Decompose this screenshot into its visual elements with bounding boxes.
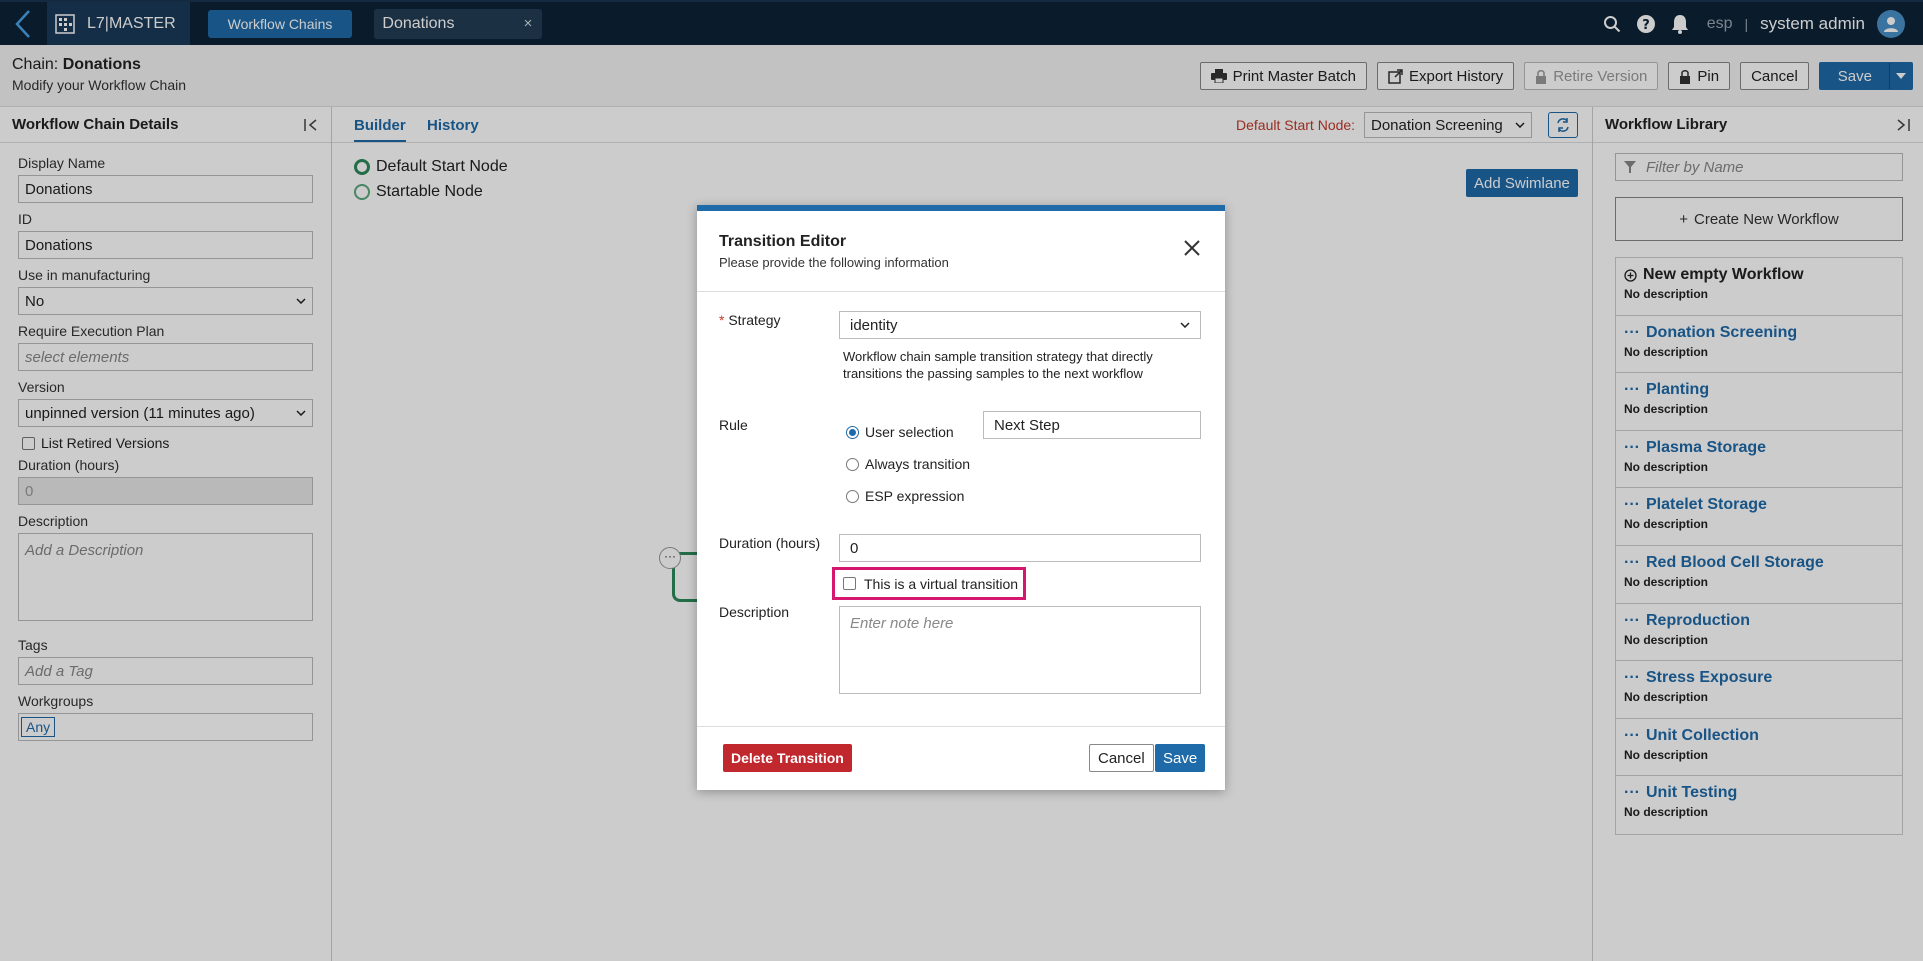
rule-user-selection-option[interactable]: User selection [846, 424, 954, 440]
duration-input[interactable]: 0 [839, 534, 1201, 562]
chevron-down-icon [1180, 322, 1190, 328]
virtual-transition-checkbox[interactable] [843, 577, 856, 590]
rule-esp-radio[interactable] [846, 489, 859, 503]
rule-always-radio[interactable] [846, 457, 859, 471]
rule-always-option[interactable]: Always transition [846, 456, 970, 472]
rule-esp-option[interactable]: ESP expression [846, 488, 964, 504]
strategy-value: identity [850, 316, 898, 334]
description-label: Description [719, 604, 790, 620]
rule-esp-label: ESP expression [865, 488, 965, 504]
rule-user-radio[interactable] [846, 425, 859, 439]
rule-user-label: User selection [865, 424, 954, 440]
close-icon[interactable] [1183, 239, 1201, 257]
modal-title: Transition Editor [719, 233, 847, 250]
rule-label: Rule [719, 417, 748, 433]
transition-editor-modal: Transition Editor Please provide the fol… [697, 205, 1225, 790]
duration-label: Duration (hours) [719, 535, 821, 551]
modal-subtitle: Please provide the following information [719, 255, 949, 270]
modal-footer-divider [697, 726, 1225, 727]
strategy-label: * Strategy [719, 312, 780, 328]
modal-divider [697, 291, 1225, 292]
rule-always-label: Always transition [865, 456, 971, 472]
next-step-input[interactable]: Next Step [983, 411, 1201, 439]
strategy-help-text: Workflow chain sample transition strateg… [843, 349, 1153, 381]
delete-transition-button[interactable]: Delete Transition [723, 744, 852, 772]
virtual-transition-row[interactable]: This is a virtual transition [832, 567, 1026, 600]
modal-cancel-button[interactable]: Cancel [1089, 744, 1154, 772]
description-textarea[interactable]: Enter note here [839, 606, 1201, 694]
required-marker: * [719, 312, 725, 328]
modal-save-button[interactable]: Save [1155, 744, 1206, 772]
strategy-label-text: Strategy [728, 312, 781, 328]
virtual-transition-label: This is a virtual transition [864, 575, 1019, 592]
strategy-select[interactable]: identity [839, 311, 1201, 339]
